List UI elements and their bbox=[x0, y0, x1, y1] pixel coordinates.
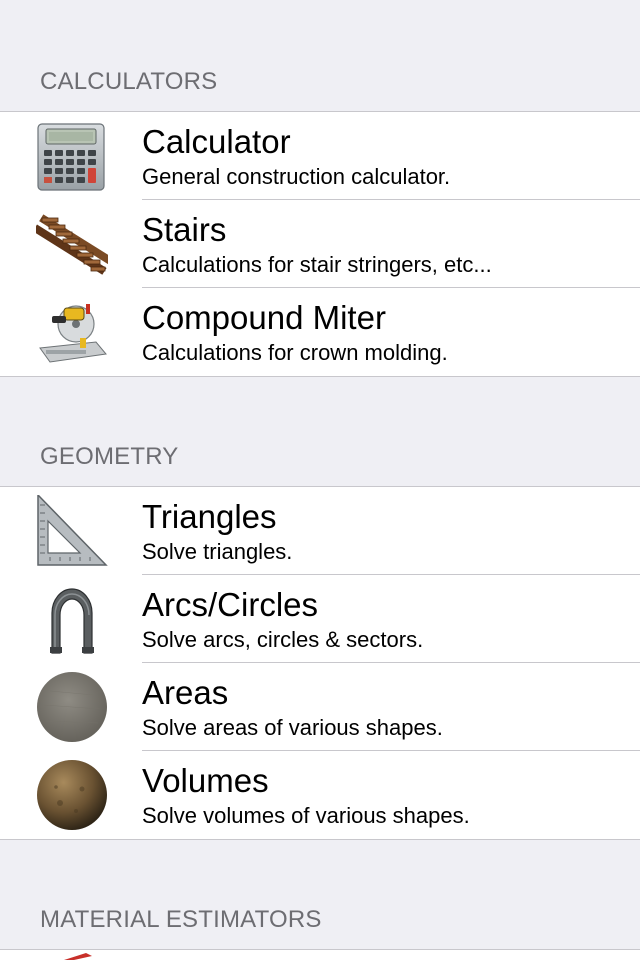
partial-row-icon bbox=[60, 952, 94, 960]
section-calculators: Calculator General construction calculat… bbox=[0, 111, 640, 377]
list-item-arcs-circles[interactable]: Arcs/Circles Solve arcs, circles & secto… bbox=[0, 575, 640, 663]
list-item-stairs[interactable]: Stairs Calculations for stair stringers,… bbox=[0, 200, 640, 288]
item-subtitle: Calculations for crown molding. bbox=[142, 340, 448, 365]
list-item-areas[interactable]: Areas Solve areas of various shapes. bbox=[0, 663, 640, 751]
section-header-material-estimators: MATERIAL ESTIMATORS bbox=[40, 906, 322, 933]
item-title: Triangles bbox=[142, 498, 277, 535]
item-subtitle: Calculations for stair stringers, etc... bbox=[142, 252, 492, 277]
disc-icon bbox=[36, 671, 108, 743]
speed-square-icon bbox=[36, 495, 108, 567]
item-title: Arcs/Circles bbox=[142, 586, 319, 623]
section-material-estimators bbox=[0, 949, 640, 960]
item-subtitle: General construction calculator. bbox=[142, 164, 451, 189]
item-title: Stairs bbox=[142, 211, 227, 248]
item-title: Compound Miter bbox=[142, 299, 386, 336]
miter-saw-icon bbox=[36, 296, 108, 368]
item-title: Calculator bbox=[142, 123, 291, 160]
section-header-geometry: GEOMETRY bbox=[40, 443, 179, 470]
item-subtitle: Solve volumes of various shapes. bbox=[142, 803, 470, 828]
item-title: Areas bbox=[142, 674, 229, 711]
list-item-volumes[interactable]: Volumes Solve volumes of various shapes. bbox=[0, 751, 640, 839]
arch-icon bbox=[36, 583, 108, 655]
screen: CALCULATORS Calculator General construct… bbox=[0, 0, 640, 960]
item-subtitle: Solve arcs, circles & sectors. bbox=[142, 627, 424, 652]
list-item-calculator[interactable]: Calculator General construction calculat… bbox=[0, 112, 640, 200]
section-geometry: Triangles Solve triangles. Arcs/Circles … bbox=[0, 486, 640, 840]
sphere-icon bbox=[36, 759, 108, 831]
stairs-icon bbox=[36, 208, 108, 280]
list-item-compound-miter[interactable]: Compound Miter Calculations for crown mo… bbox=[0, 288, 640, 376]
item-title: Volumes bbox=[142, 762, 269, 799]
item-subtitle: Solve triangles. bbox=[142, 539, 293, 564]
item-subtitle: Solve areas of various shapes. bbox=[142, 715, 443, 740]
calculator-icon bbox=[36, 120, 108, 192]
section-header-calculators: CALCULATORS bbox=[40, 68, 218, 95]
list-item-triangles[interactable]: Triangles Solve triangles. bbox=[0, 487, 640, 575]
